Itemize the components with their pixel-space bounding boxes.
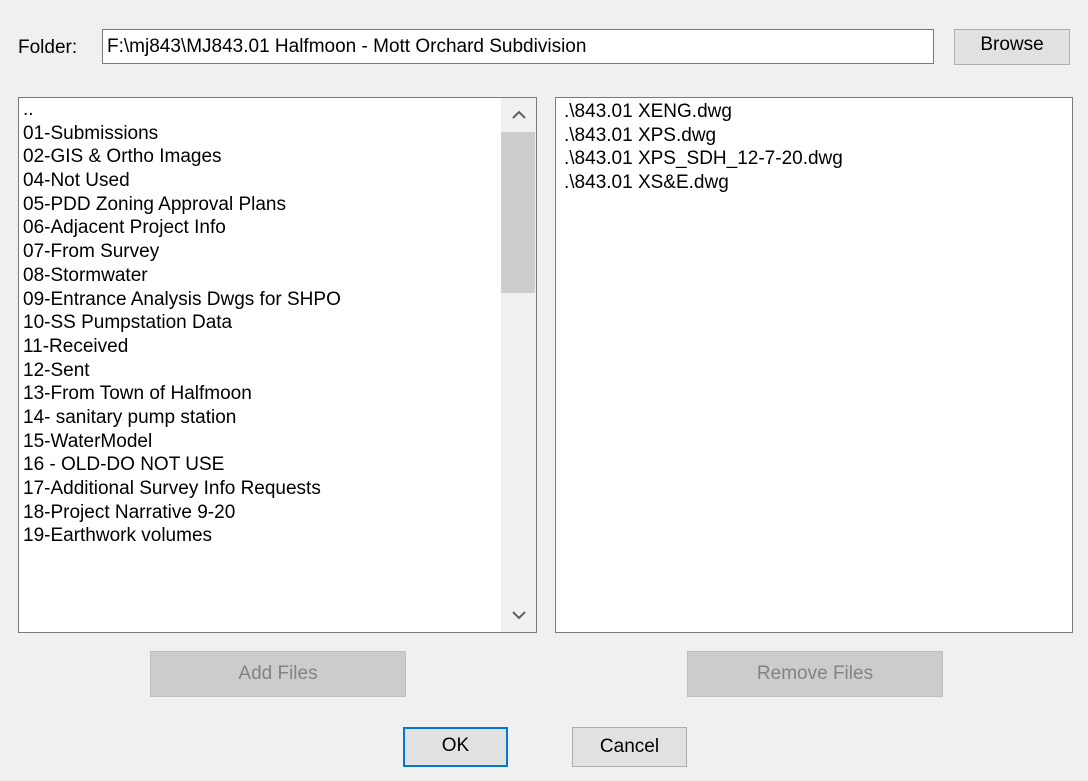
folder-list-item[interactable]: 04-Not Used [23, 169, 341, 193]
folder-list-item[interactable]: 09-Entrance Analysis Dwgs for SHPO [23, 288, 341, 312]
folder-list-item[interactable]: 13-From Town of Halfmoon [23, 382, 341, 406]
folder-list-item[interactable]: 15-WaterModel [23, 430, 341, 454]
folder-list-item[interactable]: 14- sanitary pump station [23, 406, 341, 430]
selected-files-items: .\843.01 XENG.dwg .\843.01 XPS.dwg .\843.0… [564, 100, 843, 195]
folder-list-item[interactable]: 01-Submissions [23, 122, 341, 146]
ok-button[interactable]: OK [403, 727, 508, 767]
folder-list-items: .. 01-Submissions 02-GIS & Ortho Images 04-… [23, 98, 341, 548]
scroll-thumb[interactable] [501, 132, 535, 293]
folder-list-item[interactable]: 10-SS Pumpstation Data [23, 311, 341, 335]
file-list-item[interactable]: .\843.01 XS&E.dwg [564, 171, 843, 195]
folder-list-item[interactable]: 05-PDD Zoning Approval Plans [23, 193, 341, 217]
folder-list-item[interactable]: 19-Earthwork volumes [23, 524, 341, 548]
folder-list-item[interactable]: 06-Adjacent Project Info [23, 216, 341, 240]
folder-list-item[interactable]: 02-GIS & Ortho Images [23, 145, 341, 169]
folder-listbox[interactable]: .. 01-Submissions 02-GIS & Ortho Images 04-… [18, 97, 537, 633]
chevron-up-icon [511, 110, 526, 119]
file-list-item[interactable]: .\843.01 XPS_SDH_12-7-20.dwg [564, 147, 843, 171]
chevron-down-icon [511, 611, 526, 620]
add-files-button[interactable]: Add Files [150, 651, 406, 697]
folder-list-item[interactable]: 16 - OLD-DO NOT USE [23, 453, 341, 477]
folder-list-item[interactable]: .. [23, 98, 341, 122]
folder-list-item[interactable]: 17-Additional Survey Info Requests [23, 477, 341, 501]
selected-files-listbox[interactable]: .\843.01 XENG.dwg .\843.01 XPS.dwg .\843.0… [555, 97, 1073, 633]
remove-files-button[interactable]: Remove Files [687, 651, 943, 697]
folder-list-item[interactable]: 07-From Survey [23, 240, 341, 264]
cancel-button[interactable]: Cancel [572, 727, 687, 767]
folder-list-item[interactable]: 18-Project Narrative 9-20 [23, 501, 341, 525]
folder-list-item[interactable]: 11-Received [23, 335, 341, 359]
folder-label: Folder: [18, 37, 78, 58]
scroll-down-button[interactable] [501, 598, 536, 632]
browse-button[interactable]: Browse [954, 29, 1070, 65]
folder-list-item[interactable]: 12-Sent [23, 359, 341, 383]
file-list-item[interactable]: .\843.01 XPS.dwg [564, 124, 843, 148]
folder-path-input[interactable]: F:\mj843\MJ843.01 Halfmoon - Mott Orchar… [102, 29, 934, 64]
scroll-up-button[interactable] [501, 98, 536, 132]
folder-list-scrollbar[interactable] [501, 98, 536, 632]
file-list-item[interactable]: .\843.01 XENG.dwg [564, 100, 843, 124]
folder-list-item[interactable]: 08-Stormwater [23, 264, 341, 288]
